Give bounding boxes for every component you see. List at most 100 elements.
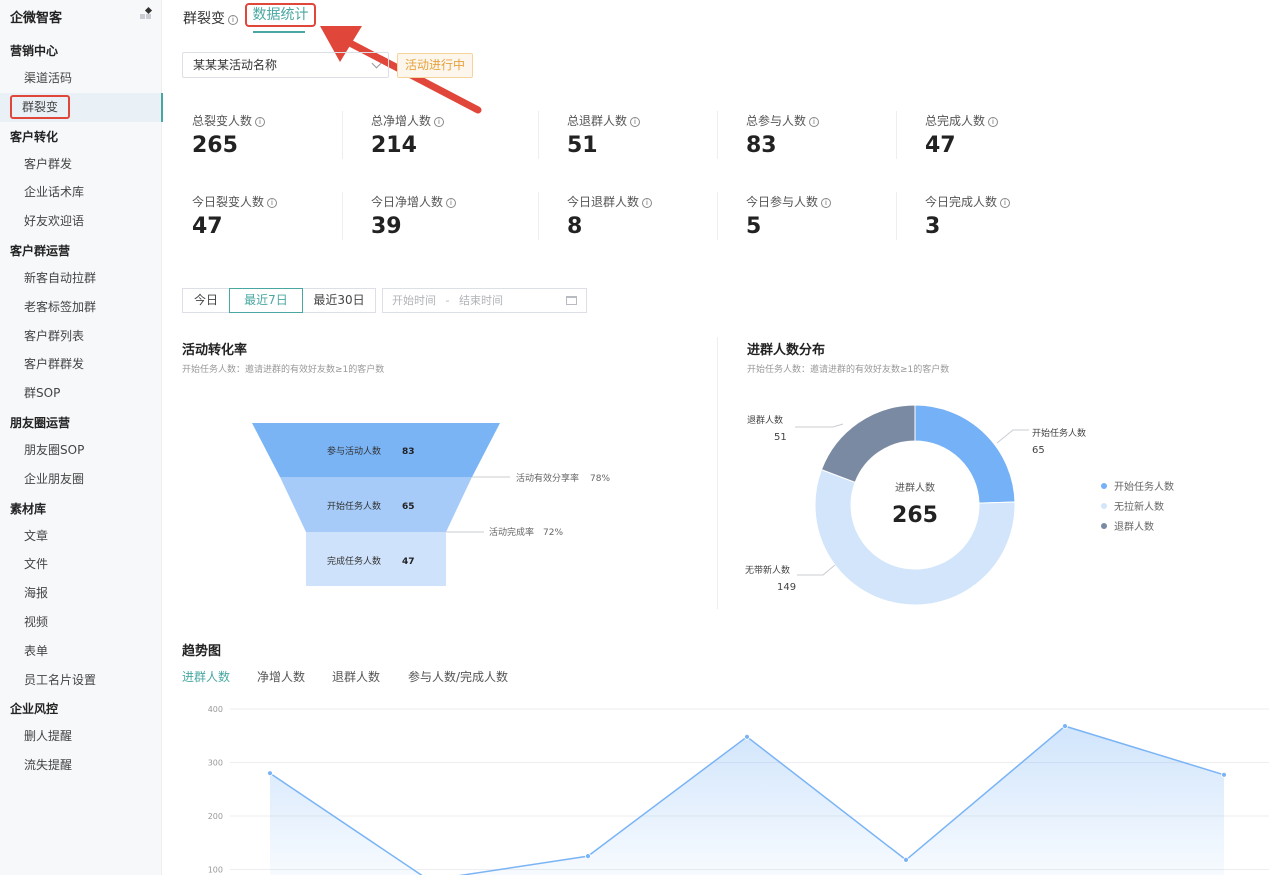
info-icon: i (228, 15, 238, 25)
stat-label: 今日退群人数 i (567, 193, 727, 210)
funnel-stage-value: 65 (402, 502, 415, 512)
stat-label-text: 今日完成人数 (925, 195, 998, 209)
trend-tab-participate[interactable]: 参与人数/完成人数 (408, 668, 508, 685)
tab-fission[interactable]: 群裂变 i (183, 8, 238, 28)
donut-subtitle: 开始任务人数：邀请进群的有效好友数≥1的客户数 (747, 365, 950, 375)
donut-leader-line (797, 564, 836, 576)
sidebar: 企微智客 营销中心 渠道活码 群裂变 客户转化 客户群发 企业话术库 好友欢迎语 客户群运营新… (0, 0, 163, 875)
trend-tab-net[interactable]: 净增人数 (257, 668, 305, 685)
funnel-stage-label: 完成任务人数 (327, 555, 381, 567)
date-range-picker[interactable]: 开始时间 - 结束时间 (382, 288, 587, 313)
sidebar-item-2-3[interactable]: 客户群群发 (0, 350, 162, 379)
sidebar-item-3-0[interactable]: 朋友圈SOP (0, 436, 162, 465)
sidebar-item-label: 客户群列表 (24, 328, 85, 343)
y-tick-label: 300 (208, 759, 223, 768)
end-time-placeholder: 结束时间 (458, 294, 503, 307)
trend-point-2[interactable] (585, 853, 591, 860)
stat-value: 83 (746, 133, 777, 158)
date-last30-button[interactable]: 最近30日 (302, 288, 376, 313)
legend-label: 退群人数 (1114, 522, 1154, 533)
stat-label-text: 总退群人数 (567, 114, 628, 128)
date-last7-button[interactable]: 最近7日 (229, 288, 303, 313)
info-icon: i (642, 198, 653, 208)
collapse-icon[interactable] (140, 6, 153, 20)
legend-label: 开始任务人数 (1114, 482, 1174, 493)
sidebar-item-4-0[interactable]: 文章 (0, 522, 162, 551)
trend-point-5[interactable] (1062, 723, 1068, 730)
stat-separator (342, 192, 343, 240)
sidebar-item-1-2[interactable]: 好友欢迎语 (0, 207, 162, 236)
stat-total-1: 总净增人数 i 214 (371, 112, 531, 158)
sidebar-item-4-1[interactable]: 文件 (0, 550, 162, 579)
stat-label-text: 今日参与人数 (746, 195, 819, 209)
stat-value: 8 (567, 214, 583, 239)
sidebar-group-5: 企业风控 (10, 702, 59, 717)
sidebar-item-4-3[interactable]: 视频 (0, 608, 162, 637)
tab-fission-label: 群裂变 (183, 11, 225, 27)
sidebar-item-4-2[interactable]: 海报 (0, 579, 162, 608)
trend-point-3[interactable] (744, 733, 750, 740)
trend-point-0[interactable] (267, 770, 273, 777)
sidebar-item-2-4[interactable]: 群SOP (0, 379, 162, 408)
sidebar-item-3-1[interactable]: 企业朋友圈 (0, 465, 162, 494)
stat-label-text: 今日退群人数 (567, 195, 640, 209)
info-icon: i (821, 198, 832, 208)
sidebar-item-2-0[interactable]: 新客自动拉群 (0, 264, 162, 293)
funnel-stage-label: 开始任务人数 (327, 500, 381, 512)
stat-value: 214 (371, 133, 417, 158)
sidebar-item-label: 群SOP (24, 386, 61, 401)
sidebar-item-2-1[interactable]: 老客标签加群 (0, 293, 162, 322)
donut-slice-2 (820, 404, 916, 484)
stat-label: 今日参与人数 i (746, 193, 906, 210)
stat-value: 51 (567, 133, 598, 158)
sidebar-item-4-4[interactable]: 表单 (0, 637, 162, 666)
donut-label-none: 无带新人数 (745, 564, 790, 576)
sidebar-item-label: 好友欢迎语 (24, 214, 85, 229)
y-tick-label: 200 (208, 812, 223, 821)
trend-point-6[interactable] (1221, 771, 1227, 778)
sidebar-item-0-1[interactable]: 群裂变 (0, 92, 163, 122)
trend-tab-quit[interactable]: 退群人数 (332, 668, 380, 685)
stat-label-text: 今日净增人数 (371, 195, 444, 209)
stat-label: 今日裂变人数 i (192, 193, 352, 210)
sidebar-item-2-2[interactable]: 客户群列表 (0, 322, 162, 351)
date-today-button[interactable]: 今日 (182, 288, 230, 313)
sidebar-item-label: 客户群群发 (24, 357, 85, 372)
stat-total-0: 总裂变人数 i 265 (192, 112, 352, 158)
sidebar-item-label: 海报 (24, 586, 49, 601)
tab-stats[interactable]: 数据统计 (245, 3, 316, 27)
sidebar-item-1-0[interactable]: 客户群发 (0, 150, 162, 179)
activity-select[interactable]: 某某某活动名称 (182, 52, 389, 78)
range-separator: - (445, 294, 450, 307)
sidebar-item-label: 文章 (24, 528, 49, 543)
sidebar-item-label: 群裂变 (10, 94, 71, 119)
stat-separator (717, 111, 718, 159)
sidebar-item-1-1[interactable]: 企业话术库 (0, 178, 162, 207)
funnel-title: 活动转化率 (182, 343, 248, 358)
stat-label-text: 总参与人数 (746, 114, 807, 128)
sidebar-item-4-5[interactable]: 员工名片设置 (0, 666, 162, 695)
stat-label: 总净增人数 i (371, 112, 531, 129)
sidebar-item-label: 企业话术库 (24, 185, 85, 200)
stat-value: 265 (192, 133, 238, 158)
trend-tab-join[interactable]: 进群人数 (182, 668, 230, 685)
funnel-stage-label: 参与活动人数 (327, 445, 381, 457)
legend-dot (1101, 483, 1107, 489)
stat-value: 39 (371, 214, 402, 239)
stat-today-2: 今日退群人数 i 8 (567, 193, 727, 239)
info-icon: i (988, 117, 999, 127)
stat-label-text: 总完成人数 (925, 114, 986, 128)
stat-label: 总完成人数 i (925, 112, 1085, 129)
calendar-icon (566, 296, 577, 305)
sidebar-group-3: 朋友圈运营 (10, 415, 71, 430)
trend-point-4[interactable] (903, 856, 909, 863)
stat-value: 5 (746, 214, 762, 239)
sidebar-item-label: 新客自动拉群 (24, 270, 97, 285)
sidebar-item-5-1[interactable]: 流失提醒 (0, 751, 162, 780)
stat-separator (717, 192, 718, 240)
legend-item: 无拉新人数 (1101, 498, 1164, 513)
info-icon: i (809, 117, 820, 127)
sidebar-item-5-0[interactable]: 删人提醒 (0, 722, 162, 751)
sidebar-item-0-0[interactable]: 渠道活码 (0, 64, 162, 93)
stat-label-text: 今日裂变人数 (192, 195, 265, 209)
